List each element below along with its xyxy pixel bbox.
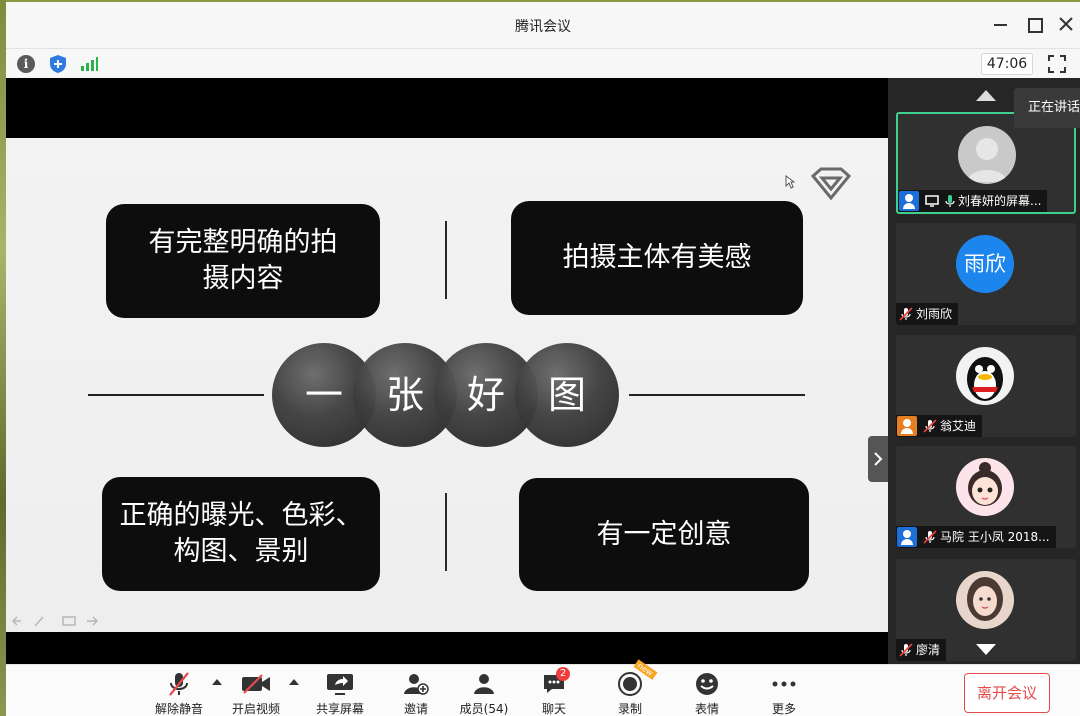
toolbar-label: 共享屏幕	[315, 702, 364, 716]
host-icon	[897, 527, 917, 547]
avatar	[956, 458, 1014, 516]
microphone-on-icon	[945, 195, 955, 207]
leave-meeting-button[interactable]: 离开会议	[964, 673, 1050, 713]
toolbar-label: 更多	[771, 702, 796, 716]
collapse-panel-button[interactable]	[868, 436, 888, 482]
divider-bottom	[445, 493, 447, 571]
fullscreen-icon[interactable]	[1048, 55, 1066, 73]
meeting-timer: 47:06	[981, 53, 1033, 75]
emoji-button[interactable]: 表情	[675, 669, 739, 716]
more-dots-icon	[772, 681, 796, 687]
audio-options-caret-icon[interactable]	[212, 679, 222, 685]
unmute-button[interactable]: 解除静音	[147, 669, 211, 716]
cartoon-girl-avatar-icon	[968, 462, 1002, 506]
speaking-tooltip: 正在讲话	[1014, 88, 1080, 128]
invite-button[interactable]: 邀请	[384, 669, 448, 716]
minimize-button[interactable]	[991, 14, 1011, 34]
penguin-avatar-icon	[967, 357, 1003, 401]
camera-off-icon	[242, 674, 270, 694]
toolbar-label: 成员(54)	[459, 702, 509, 716]
mouse-cursor-icon	[785, 175, 795, 189]
close-button[interactable]	[1056, 14, 1076, 34]
participant-video-panel: 刘春妍的屏幕... 雨欣 刘雨欣 翁艾迪 马院 王小凤 2018... 廖清	[888, 78, 1080, 664]
card-text: 有一定创意	[596, 518, 732, 550]
toolbar-label: 表情	[694, 702, 719, 716]
chat-button[interactable]: 2 聊天	[522, 667, 586, 716]
add-user-icon	[404, 674, 429, 695]
slide-card-subject: 拍摄主体有美感	[511, 201, 803, 315]
record-icon	[618, 672, 642, 696]
default-avatar-icon	[967, 138, 1007, 182]
share-screen-icon	[327, 674, 353, 695]
divider-top	[445, 221, 447, 299]
participant-name-bar: 马院 王小凤 2018...	[896, 526, 1056, 548]
divider-right	[629, 394, 805, 396]
unread-badge: 2	[556, 667, 570, 681]
microphone-muted-icon	[169, 672, 189, 696]
host-icon	[899, 191, 919, 211]
slide-orb-4: 图	[515, 343, 619, 447]
participant-tile[interactable]: 翁艾迪	[896, 335, 1076, 437]
title-bar: 腾讯会议	[6, 2, 1080, 48]
scroll-up-icon[interactable]	[976, 90, 996, 101]
participant-name-bar: 翁艾迪	[896, 415, 983, 437]
participant-name: 廖清	[916, 643, 941, 657]
toolbar-label: 邀请	[403, 702, 428, 716]
co-host-icon	[897, 416, 917, 436]
security-shield-icon[interactable]	[49, 54, 67, 74]
toolbar-label: 解除静音	[154, 702, 203, 716]
emoji-smile-icon	[696, 673, 718, 695]
scroll-down-icon[interactable]	[976, 644, 996, 655]
participant-tile[interactable]: 马院 王小凤 2018...	[896, 446, 1076, 548]
slide-card-exposure: 正确的曝光、色彩、 构图、景别	[102, 477, 380, 591]
card-text: 有完整明确的拍 摄内容	[148, 227, 338, 294]
toolbar-label: 录制	[617, 702, 642, 716]
presentation-slide: 有完整明确的拍 摄内容 拍摄主体有美感 正确的曝光、色彩、 构图、景别 有一定创…	[6, 138, 888, 632]
members-button[interactable]: 成员(54)	[452, 669, 516, 716]
start-video-button[interactable]: 开启视频	[224, 669, 288, 716]
photo-avatar-icon	[967, 577, 1003, 621]
more-button[interactable]: 更多	[752, 669, 816, 716]
maximize-button[interactable]	[1024, 14, 1044, 34]
slide-card-creativity: 有一定创意	[519, 478, 809, 591]
participant-name-bar: 刘雨欣	[896, 303, 959, 325]
participant-name: 刘雨欣	[916, 307, 953, 321]
share-screen-button[interactable]: 共享屏幕	[308, 669, 372, 716]
avatar	[956, 347, 1014, 405]
participant-name: 翁艾迪	[940, 419, 977, 433]
divider-left	[88, 394, 264, 396]
network-signal-icon[interactable]	[80, 56, 98, 72]
meeting-toolbar: 解除静音 开启视频 共享屏幕 邀请 成员(54) 2 聊天 new 录制 表情 …	[6, 659, 1080, 716]
microphone-muted-icon	[899, 643, 913, 657]
avatar	[956, 571, 1014, 629]
slide-logo-icon	[810, 167, 852, 201]
card-text: 拍摄主体有美感	[562, 242, 752, 273]
participant-tile[interactable]: 雨欣 刘雨欣	[896, 223, 1076, 325]
meeting-info-bar: i 47:06	[6, 48, 1080, 78]
slide-card-content: 有完整明确的拍 摄内容	[106, 204, 380, 318]
members-icon	[474, 674, 494, 694]
meeting-window: 腾讯会议 i 47:06 有完整明确的拍 摄内容 拍摄主体有美感 正确的曝光、色…	[6, 2, 1080, 716]
avatar: 雨欣	[956, 235, 1014, 293]
card-text: 正确的曝光、色彩、 构图、景别	[119, 500, 363, 567]
toolbar-label: 开启视频	[231, 702, 280, 716]
video-options-caret-icon[interactable]	[289, 679, 299, 685]
participant-name: 刘春妍的屏幕...	[958, 194, 1042, 208]
annotation-tools-icon[interactable]	[11, 614, 101, 628]
avatar	[958, 126, 1016, 184]
microphone-muted-icon	[899, 307, 913, 321]
chevron-right-icon	[874, 452, 883, 466]
info-icon[interactable]: i	[17, 55, 35, 73]
window-title: 腾讯会议	[515, 19, 571, 35]
microphone-muted-icon	[923, 419, 937, 433]
record-button[interactable]: new 录制	[598, 659, 662, 716]
participant-name: 马院 王小凤 2018...	[940, 530, 1050, 544]
shared-screen-stage: 有完整明确的拍 摄内容 拍摄主体有美感 正确的曝光、色彩、 构图、景别 有一定创…	[6, 78, 888, 664]
screen-share-icon	[925, 195, 939, 207]
toolbar-label: 聊天	[541, 702, 566, 716]
microphone-muted-icon	[923, 530, 937, 544]
participant-name-bar: 刘春妍的屏幕...	[898, 190, 1048, 212]
participant-name-bar: 廖清	[896, 639, 947, 661]
close-icon	[1059, 17, 1073, 31]
